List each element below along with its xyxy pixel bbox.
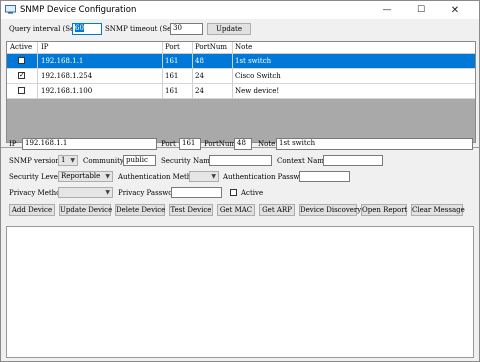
column-divider	[232, 42, 233, 99]
clear-message-button[interactable]: Clear Message	[411, 204, 465, 216]
message-log[interactable]	[6, 226, 474, 358]
column-divider	[37, 42, 38, 99]
column-divider	[192, 42, 193, 99]
active-checkbox[interactable]	[230, 189, 237, 196]
cell-portnum: 48	[195, 57, 204, 65]
portnum-input[interactable]: 48	[234, 138, 252, 150]
privacy-method-label: Privacy Method	[9, 189, 65, 197]
get-mac-button[interactable]: Get MAC	[217, 204, 255, 216]
update-button[interactable]: Update	[207, 23, 251, 35]
table-row[interactable]: 192.168.1.1 161 48 1st switch	[7, 54, 475, 69]
column-divider	[162, 42, 163, 99]
auth-method-select[interactable]: ▼	[189, 171, 219, 182]
test-device-button[interactable]: Test Device	[169, 204, 213, 216]
cell-note: Cisco Switch	[235, 72, 281, 80]
chevron-down-icon: ▼	[105, 189, 110, 196]
cell-port: 161	[165, 72, 179, 80]
note-input[interactable]: 1st switch	[276, 138, 473, 150]
port-input[interactable]: 161	[179, 138, 201, 150]
portnum-label: PortNum	[204, 140, 237, 148]
query-interval-input[interactable]: 60	[72, 23, 102, 35]
security-level-label: Security Level	[9, 173, 61, 181]
add-device-button[interactable]: Add Device	[9, 204, 55, 216]
snmp-timeout-input[interactable]: 30	[170, 23, 203, 35]
table-header: Active IP Port PortNum Note	[7, 42, 475, 54]
cell-portnum: 24	[195, 72, 204, 80]
minimize-button[interactable]: —	[374, 1, 400, 19]
device-discovery-button[interactable]: Device Discovery	[299, 204, 361, 216]
device-table: Active IP Port PortNum Note 192.168.1.1 1…	[6, 41, 476, 143]
update-device-button[interactable]: Update Device	[59, 204, 112, 216]
header-note[interactable]: Note	[235, 43, 252, 52]
active-label: Active	[241, 189, 264, 197]
header-portnum[interactable]: PortNum	[195, 43, 227, 52]
cell-note: New device!	[235, 87, 280, 95]
cell-ip: 192.168.1.254	[41, 72, 93, 80]
table-row[interactable]: ✓ 192.168.1.254 161 24 Cisco Switch	[7, 69, 475, 84]
title-bar[interactable]: SNMP Device Configuration — ☐ ✕	[1, 1, 479, 19]
snmp-version-select[interactable]: 1 ▼	[58, 155, 78, 166]
context-name-label: Context Name	[277, 157, 329, 165]
snmp-timeout-label: SNMP timeout (Sec)	[105, 25, 178, 33]
context-name-input[interactable]	[323, 155, 383, 166]
privacy-password-input[interactable]	[171, 187, 222, 198]
row-active-checkbox[interactable]	[18, 87, 25, 94]
chevron-down-icon: ▼	[211, 173, 216, 180]
ip-input[interactable]: 192.168.1.1	[22, 138, 157, 150]
auth-password-input[interactable]	[299, 171, 350, 182]
header-port[interactable]: Port	[165, 43, 180, 52]
row-active-checkbox[interactable]	[18, 57, 25, 64]
chevron-down-icon: ▼	[70, 157, 75, 164]
chevron-down-icon: ▼	[105, 173, 110, 180]
table-row[interactable]: 192.168.1.100 161 24 New device!	[7, 84, 475, 99]
close-button[interactable]: ✕	[442, 1, 468, 19]
ip-label: IP	[9, 140, 17, 148]
cell-note: 1st switch	[235, 57, 272, 65]
cell-port: 161	[165, 87, 179, 95]
auth-method-label: Authentication Method	[118, 173, 201, 181]
query-interval-label: Query interval (Sec)	[9, 25, 81, 33]
header-ip[interactable]: IP	[41, 43, 48, 52]
cell-ip: 192.168.1.100	[41, 87, 93, 95]
security-level-select[interactable]: Reportable ▼	[58, 171, 113, 182]
snmp-version-label: SNMP version	[9, 157, 61, 165]
get-arp-button[interactable]: Get ARP	[259, 204, 295, 216]
community-label: Community	[83, 157, 124, 165]
security-level-value: Reportable	[61, 172, 101, 180]
main-window: SNMP Device Configuration — ☐ ✕ Query in…	[0, 0, 480, 362]
snmp-version-value: 1	[61, 156, 66, 164]
security-name-input[interactable]	[209, 155, 272, 166]
note-label: Note	[258, 140, 276, 148]
row-active-checkbox[interactable]: ✓	[18, 72, 25, 79]
open-report-button[interactable]: Open Report	[361, 204, 407, 216]
maximize-button[interactable]: ☐	[408, 1, 434, 19]
cell-port: 161	[165, 57, 179, 65]
cell-ip: 192.168.1.1	[41, 57, 84, 65]
window-title: SNMP Device Configuration	[20, 5, 137, 15]
cell-portnum: 24	[195, 87, 204, 95]
app-icon	[5, 5, 16, 14]
privacy-method-select[interactable]: ▼	[58, 187, 113, 198]
query-interval-value: 60	[75, 24, 84, 32]
port-label: Port	[161, 140, 176, 148]
security-name-label: Security Name	[161, 157, 215, 165]
header-active[interactable]: Active	[10, 43, 32, 52]
delete-device-button[interactable]: Delete Device	[115, 204, 165, 216]
community-input[interactable]: public	[123, 155, 156, 166]
